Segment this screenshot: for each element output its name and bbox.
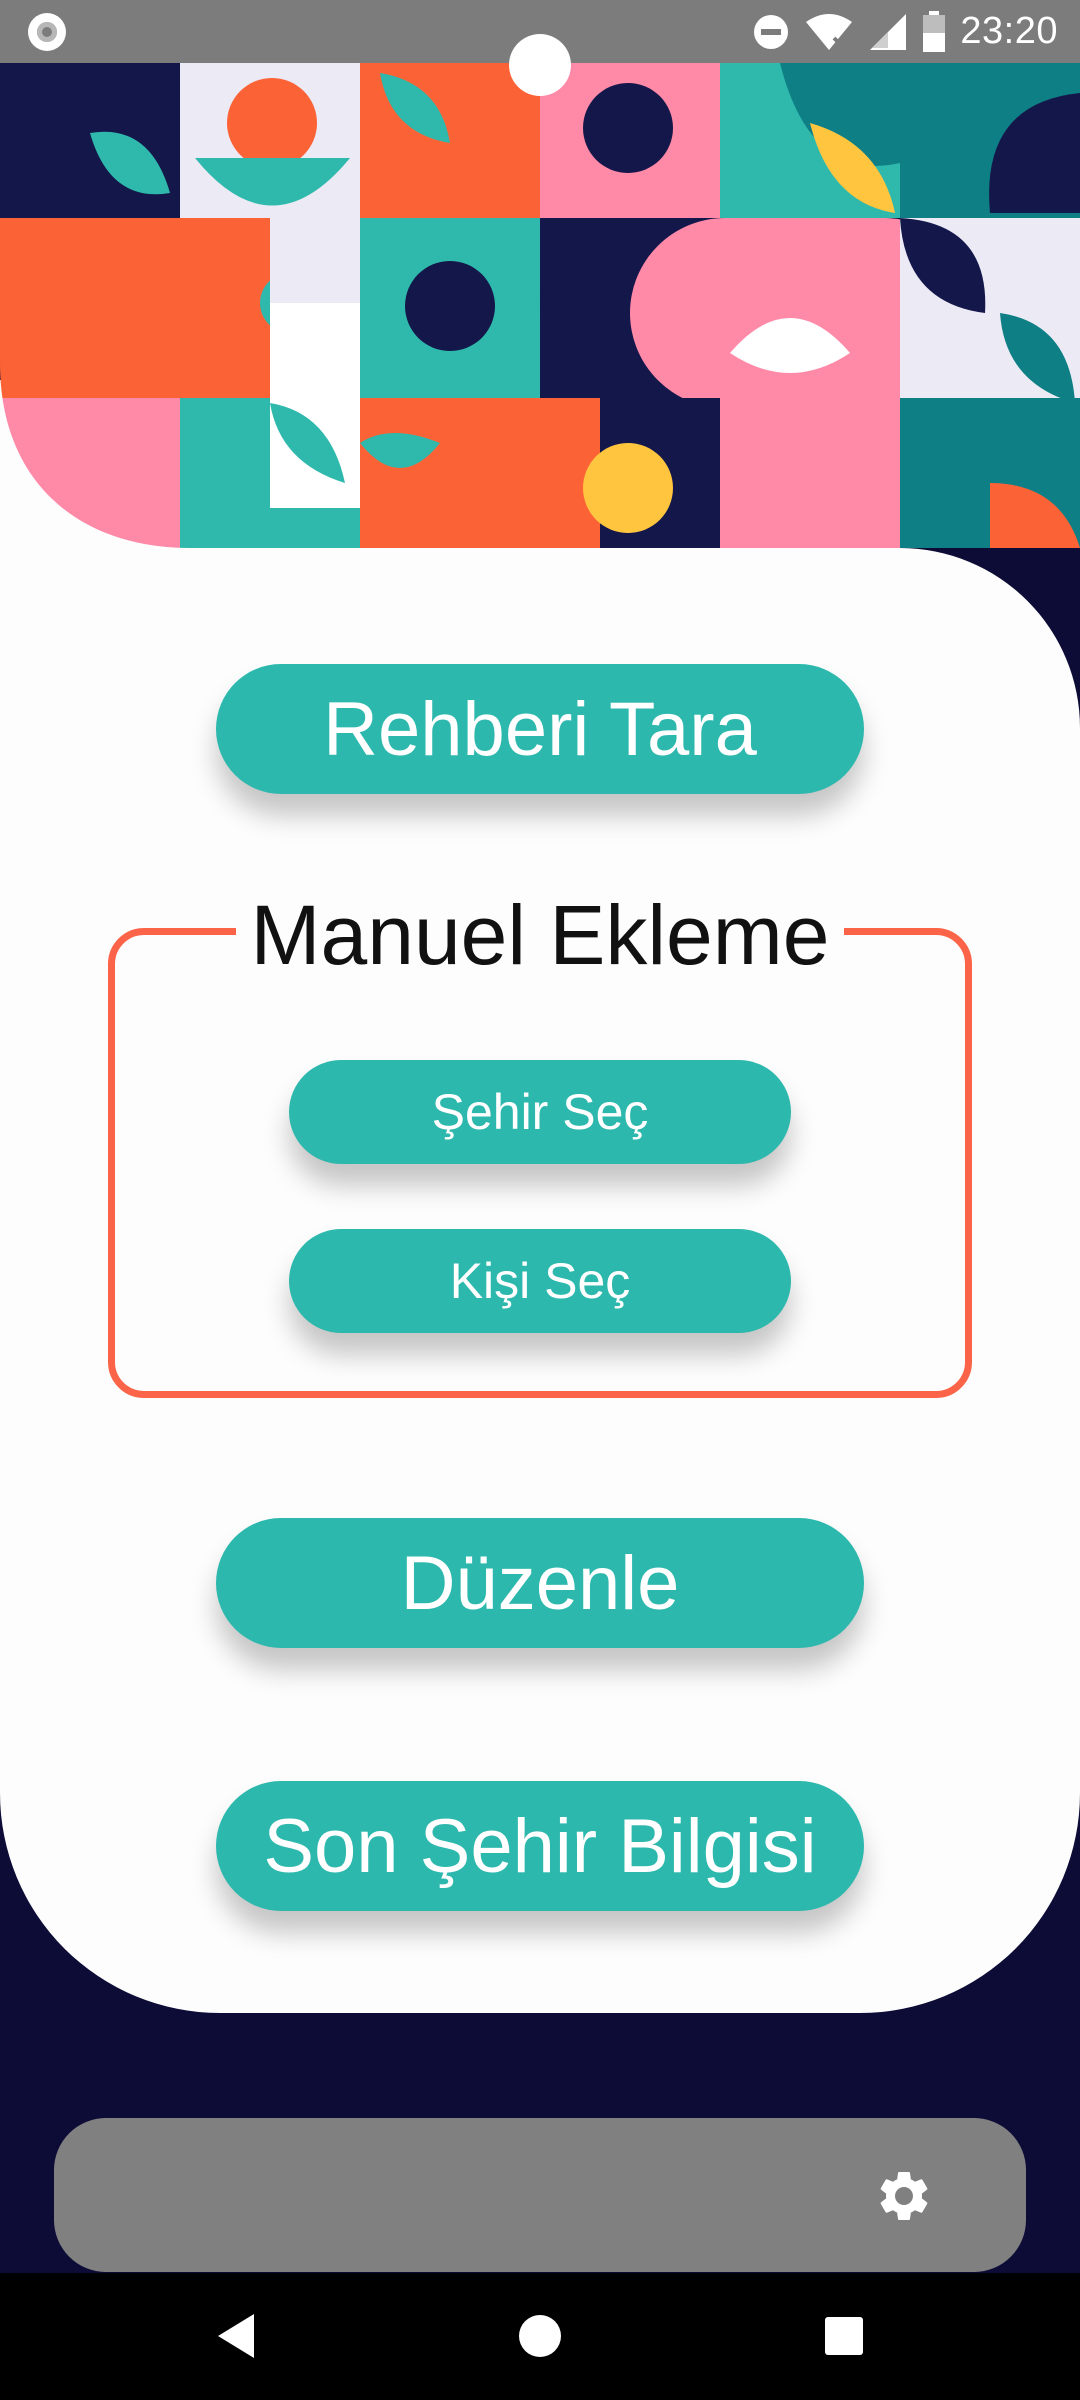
recents-icon[interactable] <box>814 2306 874 2366</box>
record-icon <box>28 13 66 51</box>
battery-icon <box>923 10 946 52</box>
back-icon[interactable] <box>206 2306 266 2366</box>
home-icon[interactable] <box>510 2306 570 2366</box>
cellular-signal-icon <box>870 13 907 50</box>
camera-cutout <box>509 34 571 96</box>
status-icons: 23:20 <box>752 0 1058 63</box>
header-artwork <box>0 63 1080 548</box>
do-not-disturb-icon <box>754 14 789 49</box>
manual-add-title: Manuel Ekleme <box>236 885 844 985</box>
wifi-icon <box>806 13 853 50</box>
scan-contacts-button[interactable]: Rehberi Tara <box>216 664 864 794</box>
bottom-bar <box>54 2118 1026 2272</box>
settings-icon[interactable] <box>874 2166 934 2226</box>
status-time: 23:20 <box>960 10 1058 52</box>
select-city-button[interactable]: Şehir Seç <box>289 1060 791 1164</box>
last-city-info-button[interactable]: Son Şehir Bilgisi <box>216 1781 864 1911</box>
edit-button[interactable]: Düzenle <box>216 1518 864 1648</box>
navigation-bar <box>0 2273 1080 2400</box>
select-person-button[interactable]: Kişi Seç <box>289 1229 791 1333</box>
